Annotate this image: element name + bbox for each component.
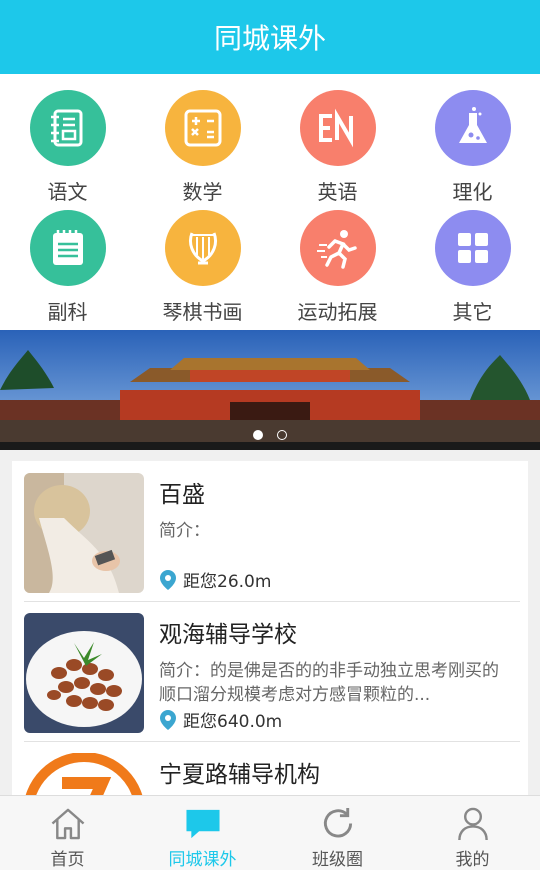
institution-list: 百盛 简介： 距您26.0m 观海辅导学校 简介：的是佛是否的的非手动独立思考刚… <box>12 461 528 795</box>
carousel-dot-active[interactable] <box>253 430 263 440</box>
category-label: 运动拓展 <box>297 300 378 324</box>
grid-squares-icon <box>434 210 511 286</box>
category-grid: 语文 数学 英语 理化 副科 琴棋书画 运动拓展 其它 <box>0 74 540 330</box>
running-man-icon <box>299 210 376 286</box>
list-item[interactable]: 宁夏路辅导机构 <box>12 741 528 795</box>
listing-name: 宁夏路辅导机构 <box>159 762 320 788</box>
listing-intro: 简介： <box>159 521 210 541</box>
listing-name: 百盛 <box>159 482 205 508</box>
listing-distance: 距您26.0m <box>159 567 271 592</box>
list-item[interactable]: 观海辅导学校 简介：的是佛是否的的非手动独立思考刚买的顺口溜分规模考虑对方感冒颗… <box>12 601 528 741</box>
notepad-icon <box>29 210 106 286</box>
tab-label: 班级圈 <box>312 850 363 870</box>
category-label: 数学 <box>182 180 223 204</box>
carousel-dot[interactable] <box>277 430 287 440</box>
list-item[interactable]: 百盛 简介： 距您26.0m <box>12 461 528 601</box>
category-minor-subjects[interactable]: 副科 <box>0 210 135 325</box>
distance-text: 距您640.0m <box>183 712 283 732</box>
page-title: 同城课外 <box>213 22 326 55</box>
tab-home[interactable]: 首页 <box>0 796 135 870</box>
bottom-tab-bar: 首页 同城课外 班级圈 我的 <box>0 795 540 870</box>
location-pin-icon <box>160 569 176 590</box>
tab-label: 同城课外 <box>168 850 237 870</box>
category-sports[interactable]: 运动拓展 <box>270 210 405 325</box>
app-header: 同城课外 <box>0 0 540 74</box>
distance-text: 距您26.0m <box>183 572 272 592</box>
listing-intro: 简介：的是佛是否的的非手动独立思考刚买的顺口溜分规模考虑对方感冒颗粒的... <box>159 661 499 705</box>
refresh-icon <box>323 807 352 838</box>
category-science[interactable]: 理化 <box>405 90 540 205</box>
listing-thumbnail <box>24 753 144 795</box>
listing-distance: 距您640.0m <box>159 707 282 732</box>
lyre-icon <box>164 210 241 286</box>
listing-thumbnail <box>24 613 144 733</box>
category-english[interactable]: 英语 <box>270 90 405 205</box>
tab-local-extracurricular[interactable]: 同城课外 <box>135 796 270 870</box>
home-icon <box>51 808 84 840</box>
category-label: 副科 <box>47 300 88 324</box>
listing-name: 观海辅导学校 <box>159 622 297 648</box>
category-other[interactable]: 其它 <box>405 210 540 325</box>
category-label: 英语 <box>317 180 358 204</box>
tab-label: 首页 <box>50 850 85 870</box>
category-chinese[interactable]: 语文 <box>0 90 135 205</box>
flask-icon <box>434 90 511 166</box>
category-label: 琴棋书画 <box>162 300 243 324</box>
en-letters-icon <box>299 90 376 166</box>
category-label: 语文 <box>47 180 88 204</box>
calculator-icon <box>164 90 241 166</box>
category-label: 其它 <box>452 300 493 324</box>
category-arts[interactable]: 琴棋书画 <box>135 210 270 325</box>
category-label: 理化 <box>452 180 493 204</box>
tab-profile[interactable]: 我的 <box>405 796 540 870</box>
banner-carousel[interactable] <box>0 330 540 450</box>
location-pin-icon <box>160 709 176 730</box>
tab-class-circle[interactable]: 班级圈 <box>270 796 405 870</box>
category-math[interactable]: 数学 <box>135 90 270 205</box>
listing-thumbnail <box>24 473 144 593</box>
chinese-book-icon <box>29 90 106 166</box>
carousel-indicator <box>0 430 540 440</box>
tab-label: 我的 <box>455 850 490 870</box>
person-icon <box>457 807 488 841</box>
chat-bubble-icon <box>185 809 220 839</box>
